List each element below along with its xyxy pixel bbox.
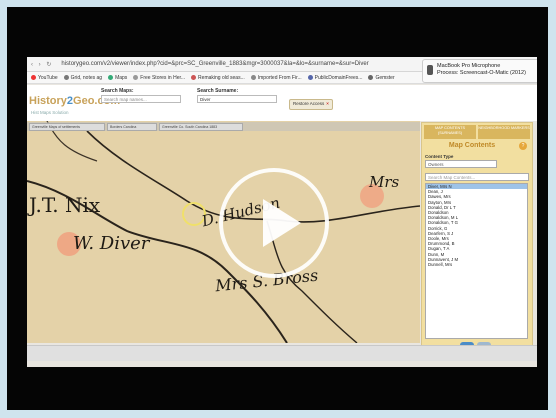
bookmark-item[interactable]: PublicDomainFrees...	[307, 75, 362, 81]
map-label-diver: W. Diver	[73, 233, 150, 254]
help-icon[interactable]: ?	[519, 142, 527, 150]
restore-access-button[interactable]: Restore Access ×	[289, 99, 333, 110]
search-surname-label: Search Surname:	[197, 88, 239, 94]
microphone-notification[interactable]: MacBook Pro Microphone Process: Screenca…	[422, 59, 537, 83]
map-layer-tab[interactable]: Greenville Co. South Carolina 1883	[159, 123, 243, 131]
bookmark-item[interactable]: YouTube	[31, 75, 58, 81]
microphone-icon	[427, 65, 433, 75]
bookmark-item[interactable]: Gemster	[368, 75, 395, 81]
panel-tabs: MAP CONTENTS (SURNAMES) NEIGHBORHOOD MAR…	[424, 125, 530, 139]
map-layer-tab[interactable]: Greenville Maps of settlements	[29, 123, 105, 131]
map-layer-tab[interactable]: Borders Carolina	[107, 123, 157, 131]
browser-bottom-bar	[27, 345, 537, 361]
panel-title: Map Contents	[448, 142, 496, 149]
play-button[interactable]	[219, 168, 329, 278]
site-tagline: Hist Maps Solution	[31, 110, 69, 115]
bookmark-item[interactable]: Maps	[108, 75, 127, 81]
close-icon[interactable]: ×	[326, 101, 329, 106]
bookmark-item[interactable]: Imported From Fir...	[250, 75, 302, 81]
map-contents-panel: MAP CONTENTS (SURNAMES) NEIGHBORHOOD MAR…	[421, 122, 533, 356]
map-label-nix: J.T. Nix	[29, 193, 101, 217]
url-text[interactable]: historygeo.com/v2/viewer/index.php?cid=&…	[61, 61, 368, 67]
search-maps-label: Search Maps:	[101, 88, 134, 94]
tab-neighborhood-markers[interactable]: NEIGHBORHOOD MARKERS	[478, 125, 530, 139]
map-contents-list[interactable]: Diver, Mrs N Dean, J Dawes, Mrs Dayton, …	[425, 183, 528, 339]
content-type-label: Content Type	[425, 154, 454, 159]
notification-title: MacBook Pro Microphone	[437, 63, 501, 69]
search-maps-input[interactable]: Search map names...	[101, 95, 181, 103]
bookmark-item[interactable]: Free Stores in Her...	[133, 75, 185, 81]
map-layer-tabs: Greenville Maps of settlements Borders C…	[27, 122, 420, 131]
notification-body: Process: Screencast-O-Matic (2012)	[437, 70, 526, 76]
list-item[interactable]: Dunnell, Mrs	[426, 262, 527, 267]
site-header: History2Geo.com Hist Maps Solution Searc…	[27, 85, 537, 121]
bookmark-item[interactable]: Remaking old seas...	[191, 75, 245, 81]
content-type-select[interactable]: Owners	[425, 160, 497, 168]
map-contents-search-input[interactable]: Search Map Contents...	[425, 173, 529, 181]
tab-map-contents[interactable]: MAP CONTENTS (SURNAMES)	[424, 125, 476, 139]
video-frame: ‹ › ↻ historygeo.com/v2/viewer/index.php…	[7, 7, 548, 410]
bookmark-item[interactable]: Grid, notes ag	[63, 75, 102, 81]
search-surname-input[interactable]: Diver	[197, 95, 277, 103]
nav-arrows-icon[interactable]: ‹ › ↻	[31, 61, 53, 68]
play-icon	[263, 199, 301, 247]
map-label-mrs: Mrs	[369, 173, 400, 191]
